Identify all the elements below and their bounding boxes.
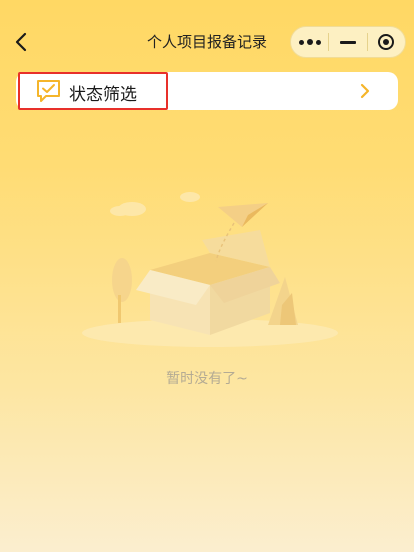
- empty-box-illustration: [82, 192, 338, 347]
- minimize-button[interactable]: [329, 27, 366, 57]
- more-button[interactable]: [291, 27, 328, 57]
- minimize-icon: [339, 40, 356, 44]
- mini-program-capsule: [290, 26, 406, 58]
- chevron-right-icon: [360, 83, 370, 99]
- filter-highlight-box: [18, 72, 168, 110]
- target-circle-icon: [378, 34, 395, 50]
- empty-state-text: 暂时没有了~: [166, 371, 248, 387]
- more-dots-icon: [298, 39, 321, 45]
- close-button[interactable]: [368, 27, 405, 57]
